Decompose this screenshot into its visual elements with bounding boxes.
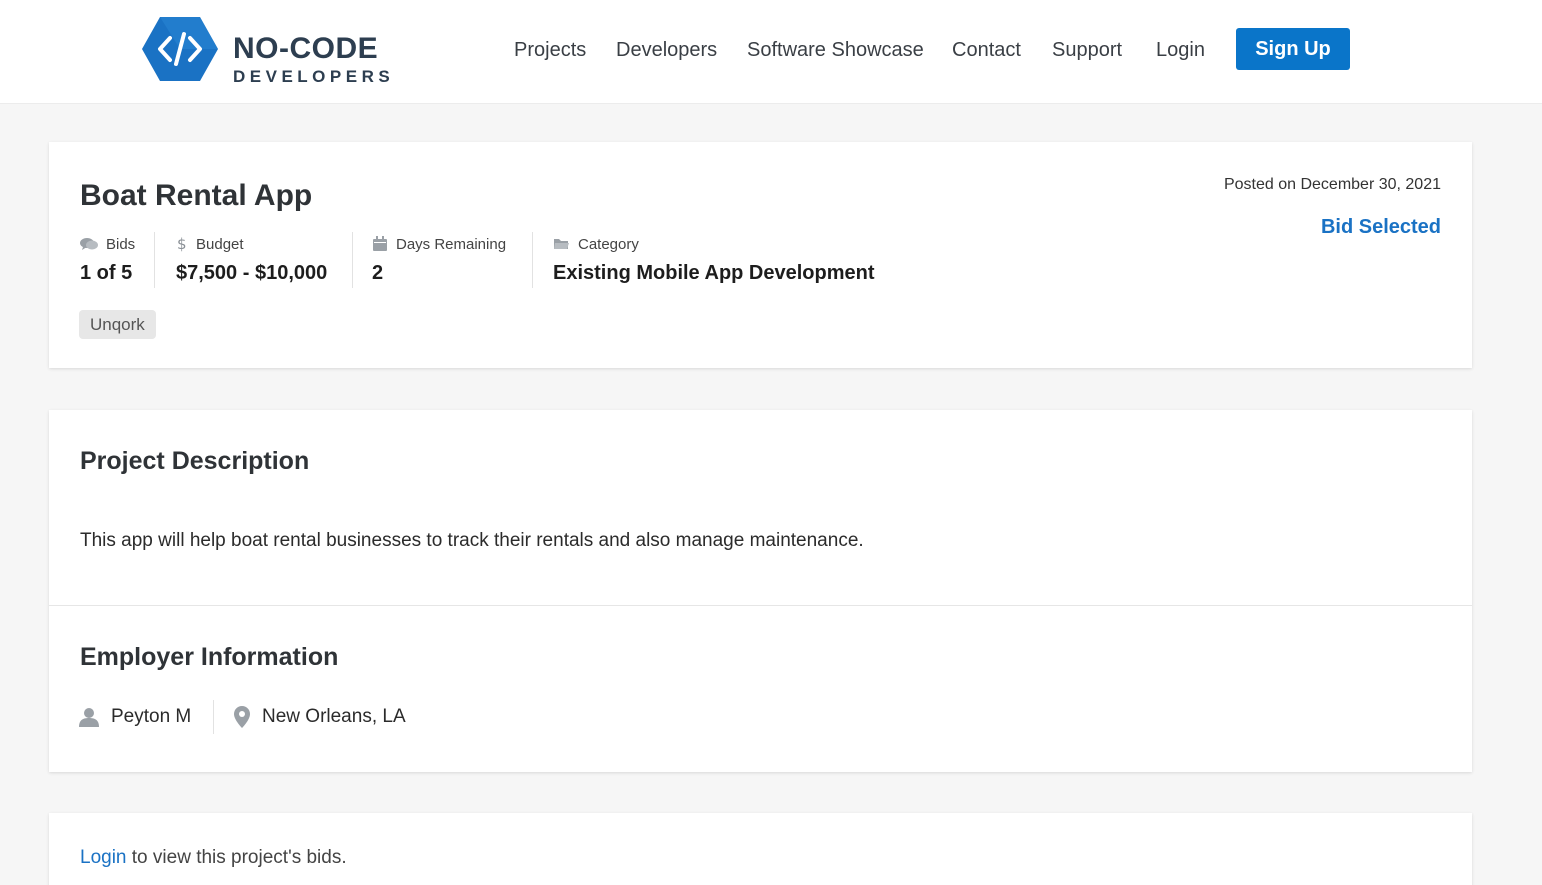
project-description-text: This app will help boat rental businesse… [80, 530, 864, 551]
dollar-icon: $ [177, 236, 187, 252]
nav-projects[interactable]: Projects [514, 38, 586, 62]
project-title: Boat Rental App [80, 179, 313, 212]
login-link[interactable]: Login [80, 847, 127, 868]
stat-budget-value: $7,500 - $10,000 [176, 262, 328, 284]
logo-text-secondary: DEVELOPERS [233, 67, 395, 86]
stat-divider [532, 232, 533, 288]
project-summary-card: Boat Rental App Posted on December 30, 2… [49, 142, 1472, 368]
posted-date: Posted on December 30, 2021 [1223, 176, 1441, 193]
employer-location-text: New Orleans, LA [262, 706, 406, 727]
nav-developers[interactable]: Developers [616, 38, 717, 62]
employer-divider [213, 700, 214, 734]
code-brackets-icon [142, 17, 218, 81]
nav-support[interactable]: Support [1052, 38, 1122, 62]
stat-category-value: Existing Mobile App Development [553, 262, 875, 284]
stat-days-remaining: Days Remaining 2 [372, 232, 506, 288]
section-divider [49, 605, 1472, 606]
nav-software-showcase[interactable]: Software Showcase [747, 38, 924, 62]
project-details-card: Project Description This app will help b… [49, 410, 1472, 772]
employer-location: New Orleans, LA [234, 702, 406, 732]
bid-status: Bid Selected [1320, 216, 1441, 238]
user-icon [79, 708, 99, 727]
stat-budget: $ Budget $7,500 - $10,000 [176, 232, 327, 288]
bids-login-text: to view this project's bids. [126, 847, 347, 868]
employer-name: Peyton M [79, 702, 191, 732]
stat-budget-label: Budget [196, 235, 244, 253]
skill-tag[interactable]: Unqork [79, 310, 156, 339]
stat-days-value: 2 [372, 262, 384, 284]
sign-up-button[interactable]: Sign Up [1236, 28, 1350, 70]
stat-bids-value: 1 of 5 [80, 262, 133, 284]
bids-login-card: Login to view this project's bids. [49, 813, 1472, 885]
project-description-heading: Project Description [80, 447, 310, 475]
map-marker-icon [234, 706, 250, 728]
site-logo[interactable]: NO-CODE DEVELOPERS [140, 14, 390, 85]
comments-icon [80, 238, 98, 250]
site-header: NO-CODE DEVELOPERS Projects Developers S… [0, 0, 1542, 104]
calendar-icon [373, 236, 387, 251]
stat-divider [352, 232, 353, 288]
stat-category: Category Existing Mobile App Development [553, 232, 875, 288]
stat-category-label: Category [578, 235, 639, 253]
bids-login-notice: Login to view this project's bids. [80, 847, 347, 869]
stat-divider [154, 232, 155, 288]
employer-information-heading: Employer Information [80, 643, 339, 671]
logo-text-primary: NO-CODE [233, 32, 379, 65]
nav-contact[interactable]: Contact [952, 38, 1021, 62]
stat-bids: Bids 1 of 5 [80, 232, 135, 288]
employer-name-text: Peyton M [111, 706, 192, 727]
nav-login[interactable]: Login [1156, 38, 1205, 62]
svg-text:$: $ [177, 236, 187, 252]
stat-bids-label: Bids [106, 235, 136, 253]
stat-days-label: Days Remaining [396, 235, 507, 253]
folder-icon [554, 239, 569, 249]
